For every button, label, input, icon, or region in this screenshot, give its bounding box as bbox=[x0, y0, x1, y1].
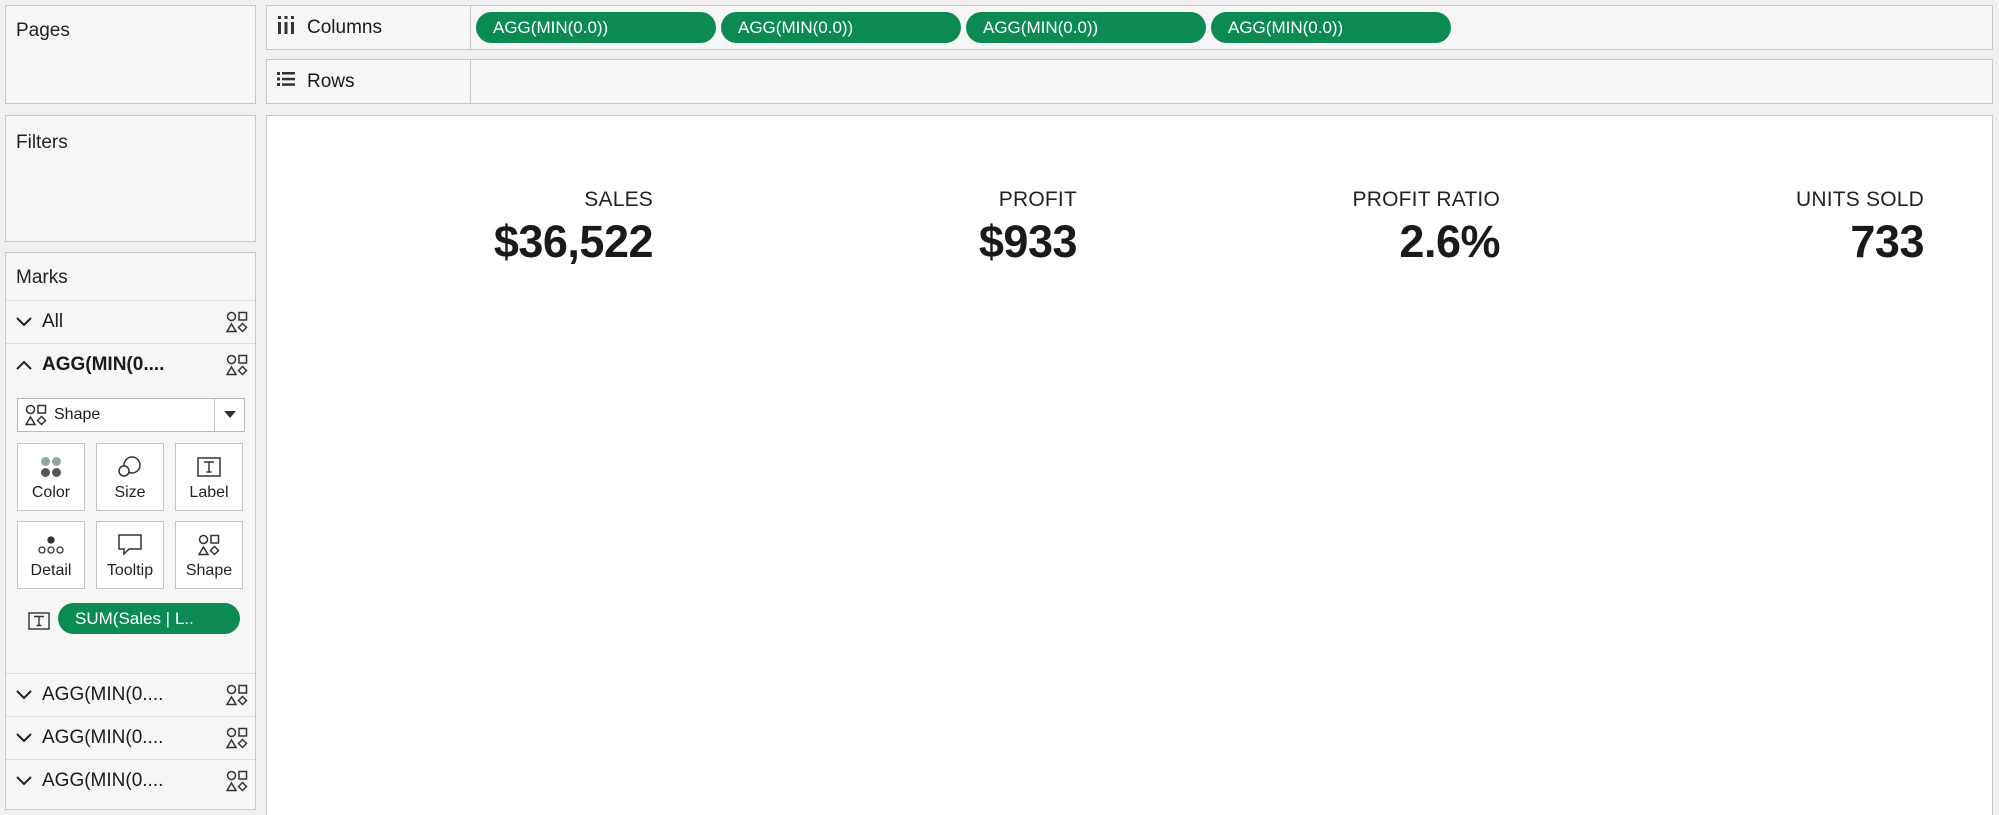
shape-label: Shape bbox=[185, 562, 233, 579]
size-label: Size bbox=[114, 484, 146, 501]
shapes-icon bbox=[219, 727, 255, 749]
kpi-units-sold[interactable]: UNITS SOLD 733 bbox=[1795, 188, 1925, 268]
columns-label: Columns bbox=[307, 16, 382, 38]
chevron-down-icon[interactable] bbox=[6, 316, 42, 327]
kpi-title: UNITS SOLD bbox=[1795, 188, 1924, 211]
color-button[interactable]: Color bbox=[17, 443, 85, 511]
rows-label: Rows bbox=[307, 70, 355, 92]
kpi-profit-ratio[interactable]: PROFIT RATIO 2.6% bbox=[1352, 188, 1501, 268]
shapes-icon bbox=[219, 354, 255, 376]
tooltip-button[interactable]: Tooltip bbox=[96, 521, 164, 589]
size-button[interactable]: Size bbox=[96, 443, 164, 511]
marks-row-label: AGG(MIN(0.... bbox=[42, 683, 164, 705]
kpi-title: PROFIT bbox=[998, 188, 1077, 211]
chevron-down-icon[interactable] bbox=[6, 732, 42, 743]
shapes-icon bbox=[219, 311, 255, 333]
columns-icon bbox=[277, 15, 295, 40]
shape-button[interactable]: Shape bbox=[175, 521, 243, 589]
kpi-title: PROFIT RATIO bbox=[1352, 188, 1500, 211]
color-label: Color bbox=[31, 484, 71, 501]
marks-card: Marks All AGG(MIN(0.... Shape Color Size… bbox=[5, 252, 256, 810]
chevron-up-icon[interactable] bbox=[6, 360, 42, 370]
kpi-sales[interactable]: SALES $36,522 bbox=[493, 188, 654, 268]
detail-icon bbox=[38, 522, 64, 562]
label-icon bbox=[197, 444, 221, 484]
detail-button[interactable]: Detail bbox=[17, 521, 85, 589]
columns-shelf[interactable]: Columns AGG(MIN(0.0)) AGG(MIN(0.0)) AGG(… bbox=[266, 5, 1993, 50]
marks-row-label: All bbox=[42, 310, 64, 332]
marks-row-agg-expanded[interactable]: AGG(MIN(0.... bbox=[6, 343, 255, 385]
marks-row-label: AGG(MIN(0.... bbox=[42, 769, 164, 791]
kpi-value: $933 bbox=[978, 216, 1078, 267]
pages-title: Pages bbox=[16, 20, 70, 41]
kpi-value: 733 bbox=[1850, 216, 1924, 267]
filters-card[interactable]: Filters bbox=[5, 115, 256, 242]
label-label: Label bbox=[189, 484, 229, 501]
rows-shelf-label: Rows bbox=[267, 60, 471, 103]
rows-icon bbox=[277, 71, 295, 93]
column-pill[interactable]: AGG(MIN(0.0)) bbox=[966, 12, 1206, 43]
color-icon bbox=[40, 444, 62, 484]
kpi-title: SALES bbox=[584, 188, 653, 211]
detail-label: Detail bbox=[30, 562, 72, 579]
columns-pills: AGG(MIN(0.0)) AGG(MIN(0.0)) AGG(MIN(0.0)… bbox=[471, 6, 1992, 49]
marks-row-agg[interactable]: AGG(MIN(0.... bbox=[6, 673, 255, 715]
marks-row-label: AGG(MIN(0.... bbox=[42, 353, 165, 375]
chevron-down-icon[interactable] bbox=[6, 689, 42, 700]
tooltip-label: Tooltip bbox=[106, 562, 154, 579]
label-icon bbox=[28, 612, 50, 635]
tooltip-icon bbox=[118, 522, 142, 562]
shapes-icon bbox=[219, 770, 255, 792]
column-pill[interactable]: AGG(MIN(0.0)) bbox=[476, 12, 716, 43]
column-pill[interactable]: AGG(MIN(0.0)) bbox=[721, 12, 961, 43]
chevron-down-icon[interactable] bbox=[6, 775, 42, 786]
sum-sales-pill[interactable]: SUM(Sales | L.. bbox=[58, 603, 240, 634]
worksheet-view[interactable]: SALES $36,522 PROFIT $933 PROFIT RATIO 2… bbox=[266, 115, 1993, 815]
mark-type-select[interactable]: Shape bbox=[17, 398, 245, 432]
columns-shelf-label: Columns bbox=[267, 6, 471, 49]
marks-row-agg[interactable]: AGG(MIN(0.... bbox=[6, 759, 255, 801]
kpi-value: 2.6% bbox=[1399, 216, 1500, 267]
marks-row-agg[interactable]: AGG(MIN(0.... bbox=[6, 716, 255, 758]
filters-title: Filters bbox=[16, 132, 68, 153]
kpi-profit[interactable]: PROFIT $933 bbox=[978, 188, 1078, 268]
marks-row-all[interactable]: All bbox=[6, 300, 255, 342]
shapes-icon bbox=[18, 404, 54, 426]
rows-pills bbox=[471, 60, 1992, 103]
marks-title: Marks bbox=[16, 267, 68, 288]
marks-row-label: AGG(MIN(0.... bbox=[42, 726, 164, 748]
tableau-worksheet: Pages Filters Marks All AGG(MIN(0.... Sh… bbox=[0, 0, 1999, 815]
label-button[interactable]: Label bbox=[175, 443, 243, 511]
pages-card[interactable]: Pages bbox=[5, 5, 256, 104]
size-icon bbox=[118, 444, 142, 484]
column-pill[interactable]: AGG(MIN(0.0)) bbox=[1211, 12, 1451, 43]
shapes-icon bbox=[219, 684, 255, 706]
mark-type-label: Shape bbox=[54, 406, 101, 423]
dropdown-arrow-icon[interactable] bbox=[214, 399, 244, 431]
kpi-value: $36,522 bbox=[493, 216, 654, 267]
shapes-icon bbox=[198, 522, 220, 562]
rows-shelf[interactable]: Rows bbox=[266, 59, 1993, 104]
